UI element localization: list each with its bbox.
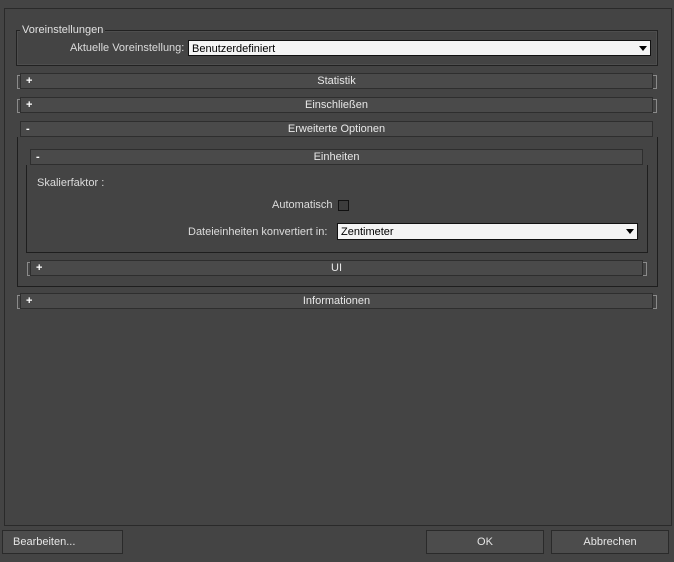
cancel-button[interactable]: Abbrechen [551, 530, 669, 554]
rollout-bracket-right [653, 99, 657, 113]
automatic-checkbox[interactable] [338, 200, 349, 211]
collapse-icon: - [36, 151, 40, 163]
automatic-label: Automatisch [272, 199, 333, 211]
rollout-erweiterte-optionen[interactable]: - Erweiterte Optionen [20, 121, 653, 137]
rollout-informationen-label: Informationen [302, 295, 371, 307]
presets-legend: Voreinstellungen [20, 24, 106, 36]
rollout-ui-label: UI [331, 262, 342, 274]
rollout-bracket-right [653, 75, 657, 89]
convert-units-value: Zentimeter [341, 226, 394, 238]
rollout-einschliessen[interactable]: + Einschließen [20, 97, 653, 113]
current-preset-label: Aktuelle Voreinstellung: [70, 42, 185, 54]
rollout-einheiten[interactable]: - Einheiten [30, 149, 643, 165]
rollout-ui[interactable]: + UI [30, 260, 643, 276]
rollout-einheiten-label: Einheiten [313, 151, 360, 163]
rollout-bracket-right [653, 295, 657, 309]
rollout-statistik[interactable]: + Statistik [20, 73, 653, 89]
rollout-erweitert-label: Erweiterte Optionen [287, 123, 386, 135]
rollout-einschliessen-label: Einschließen [305, 99, 368, 111]
collapse-icon: - [26, 123, 30, 135]
expand-icon: + [26, 99, 33, 111]
rollout-bracket-right [643, 262, 647, 276]
convert-units-select[interactable]: Zentimeter [337, 223, 638, 240]
dropdown-arrow-icon [639, 46, 647, 51]
expand-icon: + [36, 262, 43, 274]
edit-button[interactable]: Bearbeiten... [2, 530, 123, 554]
ok-button[interactable]: OK [426, 530, 544, 554]
current-preset-value: Benutzerdefiniert [192, 43, 276, 55]
expand-icon: + [26, 75, 33, 87]
rollout-informationen[interactable]: + Informationen [20, 293, 653, 309]
current-preset-select[interactable]: Benutzerdefiniert [188, 40, 651, 56]
dropdown-arrow-icon [626, 229, 634, 234]
convert-units-label: Dateieinheiten konvertiert in: [188, 226, 328, 238]
expand-icon: + [26, 295, 33, 307]
rollout-statistik-label: Statistik [317, 75, 356, 87]
scale-factor-label: Skalierfaktor : [37, 177, 105, 189]
